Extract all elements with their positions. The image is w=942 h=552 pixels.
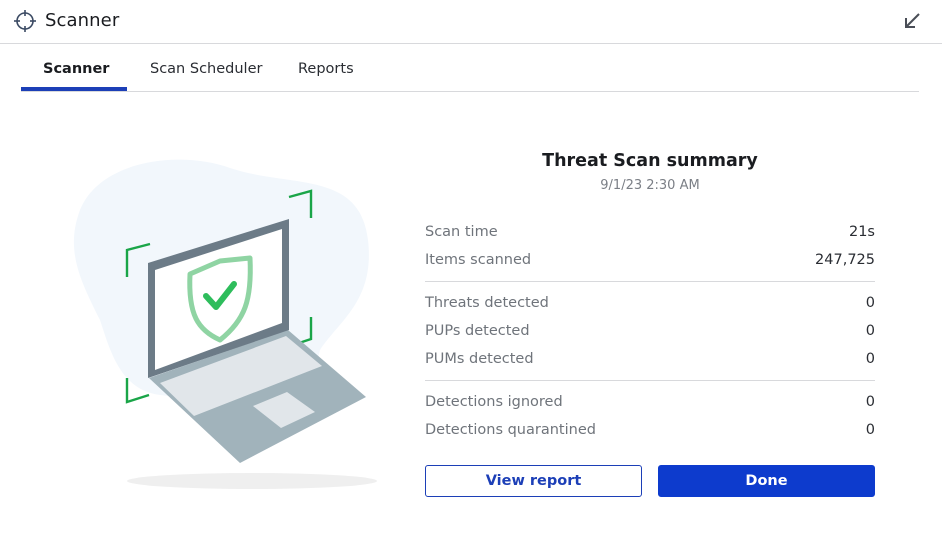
stat-row-pums-detected: PUMs detected 0 — [425, 345, 875, 373]
stat-row-scan-time: Scan time 21s — [425, 218, 875, 246]
active-tab-indicator — [21, 87, 127, 91]
stat-label: Detections quarantined — [425, 422, 596, 438]
stat-value: 0 — [865, 422, 875, 438]
stat-row-detections-ignored: Detections ignored 0 — [425, 388, 875, 416]
arrow-down-left-icon — [905, 13, 920, 28]
crosshair-icon — [13, 9, 37, 33]
tab-scanner[interactable]: Scanner — [43, 61, 109, 77]
scan-timestamp: 9/1/23 2:30 AM — [600, 178, 700, 193]
tab-reports[interactable]: Reports — [298, 61, 354, 77]
summary-title: Threat Scan summary — [542, 151, 758, 171]
stat-label: PUMs detected — [425, 351, 534, 367]
stat-label: Detections ignored — [425, 394, 563, 410]
stat-value: 0 — [865, 323, 875, 339]
stat-label: Scan time — [425, 224, 498, 240]
title-bar: Scanner — [0, 0, 942, 44]
stat-label: Threats detected — [425, 295, 549, 311]
stat-row-threats-detected: Threats detected 0 — [425, 289, 875, 317]
stat-row-items-scanned: Items scanned 247,725 — [425, 246, 875, 274]
stat-label: PUPs detected — [425, 323, 530, 339]
scan-summary-header: Threat Scan summary 9/1/23 2:30 AM — [425, 150, 875, 193]
scan-stats: Scan time 21s Items scanned 247,725 Thre… — [425, 218, 875, 444]
view-report-button[interactable]: View report — [425, 465, 642, 497]
stat-value: 0 — [865, 351, 875, 367]
stat-value: 0 — [865, 295, 875, 311]
tab-scan-scheduler[interactable]: Scan Scheduler — [150, 61, 262, 77]
stat-label: Items scanned — [425, 252, 532, 268]
stat-row-detections-quarantined: Detections quarantined 0 — [425, 416, 875, 444]
stat-row-pups-detected: PUPs detected 0 — [425, 317, 875, 345]
minimize-button[interactable] — [900, 9, 924, 33]
divider — [425, 281, 875, 282]
laptop-shadow — [127, 473, 377, 489]
window-title: Scanner — [45, 10, 120, 31]
stat-value: 21s — [848, 224, 875, 240]
divider — [425, 380, 875, 381]
done-button[interactable]: Done — [658, 465, 875, 497]
stat-value: 247,725 — [815, 252, 875, 268]
tab-bar: Scanner Scan Scheduler Reports — [21, 44, 919, 92]
stat-value: 0 — [865, 394, 875, 410]
scan-complete-illustration — [60, 150, 390, 500]
